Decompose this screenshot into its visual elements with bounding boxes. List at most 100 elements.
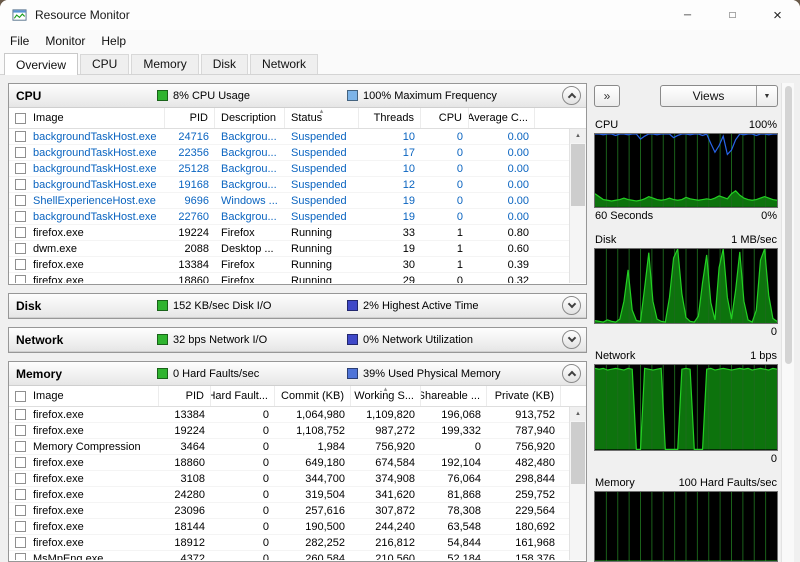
column-header-average-cpu[interactable]: Average C... [469, 108, 535, 128]
memory-section-header[interactable]: Memory 0 Hard Faults/sec 39% Used Physic… [9, 362, 586, 386]
average-cpu-cell: 0.00 [507, 178, 529, 191]
tab[interactable]: CPU [80, 54, 130, 74]
select-all-checkbox[interactable] [15, 390, 26, 402]
menu-item[interactable]: File [2, 31, 37, 51]
tab[interactable]: Memory [131, 54, 199, 74]
memory-table-row[interactable]: firefox.exe 3108 0 344,700 374,908 76,06… [9, 471, 586, 487]
hard-faults-cell: 0 [262, 456, 269, 469]
cpu-table-row[interactable]: backgroundTaskHost.exe 19168 Backgrou...… [9, 177, 586, 193]
memory-table-row[interactable]: firefox.exe 24280 0 319,504 341,620 81,8… [9, 487, 586, 503]
row-checkbox[interactable] [15, 489, 26, 500]
shareable-cell: 81,868 [447, 488, 481, 501]
row-checkbox[interactable] [15, 473, 26, 484]
views-button[interactable]: Views ▼ [660, 85, 778, 107]
disk-expand-button[interactable] [562, 296, 581, 315]
row-checkbox[interactable] [15, 457, 26, 468]
column-header-description[interactable]: Description [215, 108, 285, 128]
row-checkbox[interactable] [15, 163, 26, 174]
column-header-image[interactable]: Image [9, 108, 165, 128]
cpu-table-row[interactable]: ShellExperienceHost.exe 9696 Windows ...… [9, 193, 586, 209]
row-checkbox[interactable] [15, 211, 26, 222]
column-header-working-set[interactable]: ▴ Working S... [351, 386, 421, 406]
views-dropdown-arrow-icon[interactable]: ▼ [756, 86, 777, 106]
scroll-up-arrow-icon[interactable]: ▲ [570, 129, 586, 143]
column-header-pid[interactable]: PID [159, 386, 211, 406]
row-checkbox[interactable] [15, 131, 26, 142]
column-header-image[interactable]: Image [9, 386, 159, 406]
cpu-table-scrollbar[interactable]: ▲ [569, 129, 586, 283]
menu-item[interactable]: Monitor [37, 31, 93, 51]
cpu-table-row[interactable]: backgroundTaskHost.exe 25128 Backgrou...… [9, 161, 586, 177]
row-checkbox[interactable] [15, 227, 26, 238]
memory-table-row[interactable]: Memory Compression 3464 0 1,984 756,920 … [9, 439, 586, 455]
cpu-table-row[interactable]: firefox.exe 13384 Firefox Running 30 1 0… [9, 257, 586, 273]
graphs-panel-scrollbar-thumb[interactable] [785, 86, 792, 364]
private-cell: 158,376 [515, 552, 555, 561]
memory-table-row[interactable]: MsMpEng.exe 4372 0 260,584 210,560 52,18… [9, 551, 586, 560]
cpu-cell: 0 [456, 210, 463, 223]
column-header-shareable[interactable]: Shareable ... [421, 386, 487, 406]
memory-table-row[interactable]: firefox.exe 23096 0 257,616 307,872 78,3… [9, 503, 586, 519]
menu-item[interactable]: Help [93, 31, 134, 51]
commit-cell: 190,500 [305, 520, 345, 533]
pid-cell: 13384 [178, 258, 209, 271]
cpu-scrollbar-thumb[interactable] [571, 144, 585, 206]
maximize-button[interactable]: □ [710, 0, 755, 30]
column-header-private[interactable]: Private (KB) [487, 386, 561, 406]
row-checkbox[interactable] [15, 179, 26, 190]
column-header-hard-faults[interactable]: Hard Fault... [211, 386, 275, 406]
cpu-table-row[interactable]: firefox.exe 19224 Firefox Running 33 1 0… [9, 225, 586, 241]
cpu-collapse-button[interactable] [562, 86, 581, 105]
select-all-checkbox[interactable] [15, 112, 26, 124]
hard-faults-cell: 0 [262, 424, 269, 437]
row-checkbox[interactable] [15, 259, 26, 270]
row-checkbox[interactable] [15, 147, 26, 158]
column-header-threads[interactable]: Threads [359, 108, 421, 128]
cpu-table-row[interactable]: firefox.exe 18860 Firefox Running 29 0 0… [9, 273, 586, 283]
memory-table-row[interactable]: firefox.exe 18860 0 649,180 674,584 192,… [9, 455, 586, 471]
row-checkbox[interactable] [15, 425, 26, 436]
close-button[interactable]: × [755, 0, 800, 30]
row-checkbox[interactable] [15, 441, 26, 452]
disk-section-header[interactable]: Disk 152 KB/sec Disk I/O 2% Highest Acti… [9, 294, 586, 318]
tab[interactable]: Disk [200, 54, 249, 74]
panel-collapse-button[interactable]: » [594, 85, 620, 107]
process-name: firefox.exe [33, 520, 84, 533]
memory-table-row[interactable]: firefox.exe 18912 0 282,252 216,812 54,8… [9, 535, 586, 551]
average-cpu-cell: 0.32 [507, 274, 529, 284]
row-checkbox[interactable] [15, 195, 26, 206]
cpu-table-row[interactable]: dwm.exe 2088 Desktop ... Running 19 1 0.… [9, 241, 586, 257]
cpu-table-row[interactable]: backgroundTaskHost.exe 22356 Backgrou...… [9, 145, 586, 161]
tab[interactable]: Network [250, 54, 319, 74]
network-section-header[interactable]: Network 32 bps Network I/O 0% Network Ut… [9, 328, 586, 352]
cpu-section-header[interactable]: CPU 8% CPU Usage 100% Maximum Frequency [9, 84, 586, 108]
row-checkbox[interactable] [15, 553, 26, 560]
column-header-commit[interactable]: Commit (KB) [275, 386, 351, 406]
scroll-up-arrow-icon[interactable]: ▲ [570, 407, 586, 421]
shareable-cell: 199,332 [441, 424, 481, 437]
memory-table-row[interactable]: firefox.exe 19224 0 1,108,752 987,272 19… [9, 423, 586, 439]
memory-table-scrollbar[interactable]: ▲ [569, 407, 586, 560]
column-header-cpu[interactable]: CPU [421, 108, 469, 128]
row-checkbox[interactable] [15, 505, 26, 516]
memory-scrollbar-thumb[interactable] [571, 422, 585, 484]
row-checkbox[interactable] [15, 537, 26, 548]
status-cell: Suspended [291, 130, 347, 143]
minimize-button[interactable]: ─ [665, 0, 710, 30]
row-checkbox[interactable] [15, 243, 26, 254]
row-checkbox[interactable] [15, 409, 26, 420]
cpu-table-row[interactable]: backgroundTaskHost.exe 22760 Backgrou...… [9, 209, 586, 225]
row-checkbox[interactable] [15, 275, 26, 283]
pid-cell: 9696 [184, 194, 209, 207]
memory-table-row[interactable]: firefox.exe 18144 0 190,500 244,240 63,5… [9, 519, 586, 535]
process-name: MsMpEng.exe [33, 552, 104, 561]
tab[interactable]: Overview [4, 53, 79, 75]
network-expand-button[interactable] [562, 330, 581, 349]
memory-table-row[interactable]: firefox.exe 13384 0 1,064,980 1,109,820 … [9, 407, 586, 423]
row-checkbox[interactable] [15, 521, 26, 532]
memory-collapse-button[interactable] [562, 364, 581, 383]
column-header-pid[interactable]: PID [165, 108, 215, 128]
graphs-panel-scrollbar[interactable] [781, 83, 794, 562]
cpu-table-row[interactable]: backgroundTaskHost.exe 24716 Backgrou...… [9, 129, 586, 145]
column-header-status[interactable]: ▴ Status [285, 108, 359, 128]
